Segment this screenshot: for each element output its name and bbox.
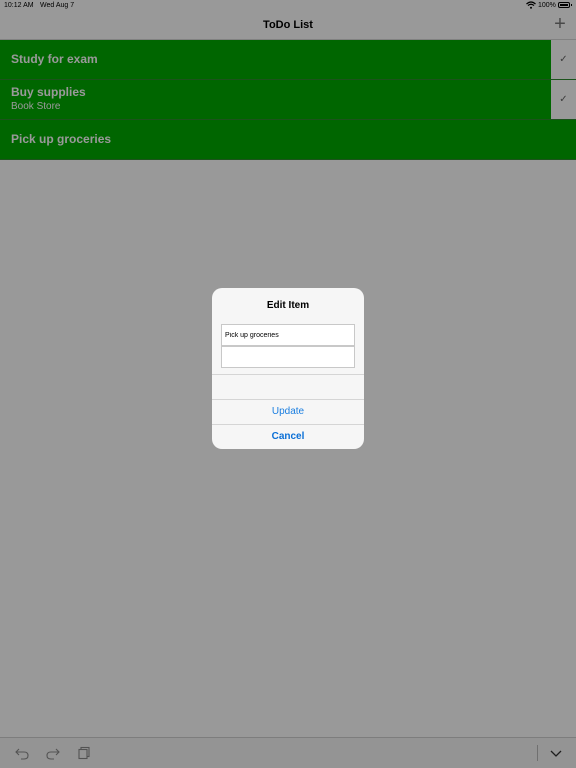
item-title-field[interactable] (221, 324, 355, 346)
edit-item-dialog: Edit Item Update Cancel (212, 288, 364, 449)
dialog-title: Edit Item (266, 300, 310, 311)
update-button[interactable]: Update (212, 400, 364, 424)
dialog-divider (212, 374, 364, 375)
item-subtitle-field[interactable] (221, 346, 355, 368)
cancel-button[interactable]: Cancel (212, 425, 364, 449)
